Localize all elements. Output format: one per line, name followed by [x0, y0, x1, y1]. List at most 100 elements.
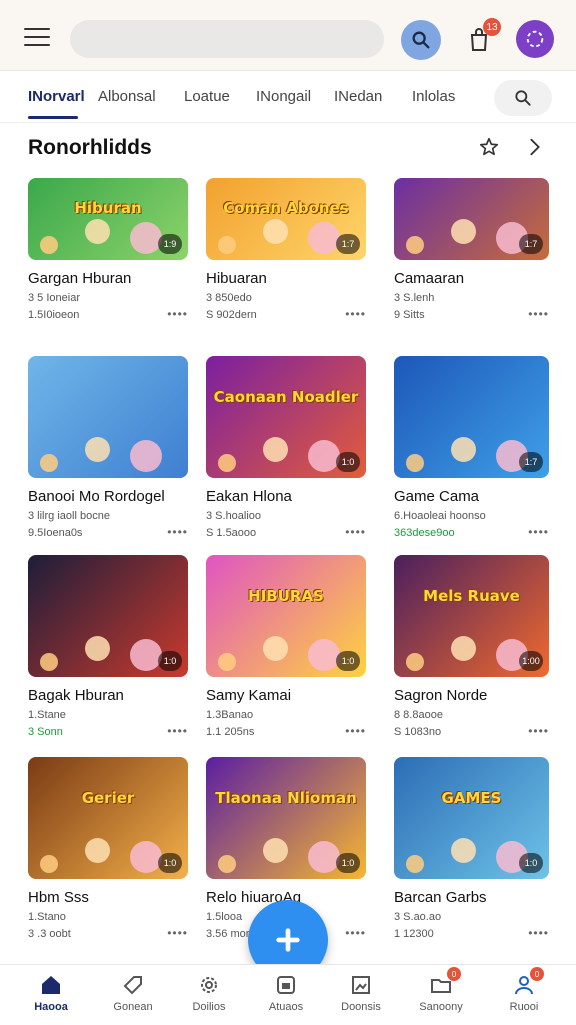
character-figure [218, 454, 236, 472]
shopping-bag-button[interactable]: 13 [459, 18, 501, 60]
nav-item-ruooi[interactable]: 0 Ruooi [489, 967, 559, 1013]
game-card[interactable]: 1:7 Game Cama 6.Hoaoleai hoonso 363dese9oo •… [394, 356, 549, 546]
nav-item-doonsis[interactable]: Doonsis [326, 973, 396, 1013]
card-stats: 363dese9oo [394, 527, 455, 539]
nav-item-atuaos[interactable]: Atuaos [251, 973, 321, 1013]
game-card[interactable]: Gerier 1:0 Hbm Sss 1.Stano 3 .3 oobt •••• [28, 757, 188, 947]
card-title[interactable]: Camaaran [394, 270, 464, 287]
game-card[interactable]: GAMES 1:0 Barcan Garbs 3 S.ao.ao 1 12300 •••• [394, 757, 549, 947]
character-figure [308, 440, 340, 472]
card-title[interactable]: Eakan Hlona [206, 488, 292, 505]
more-options-icon[interactable]: •••• [167, 926, 188, 940]
duration-badge: 1:0 [158, 651, 182, 671]
character-figure [218, 855, 236, 873]
more-options-icon[interactable]: •••• [528, 926, 549, 940]
search-button[interactable] [401, 20, 441, 60]
character-figure [85, 636, 110, 661]
more-options-icon[interactable]: •••• [167, 724, 188, 738]
game-card[interactable]: HIBURAS 1:0 Samy Kamai 1.3Banao 1.1 205ns •••… [206, 555, 366, 745]
game-card[interactable]: Coman Abones 1:7 Hibuaran 3 850edo S 902dern… [206, 178, 366, 368]
card-title[interactable]: Gargan Hburan [28, 270, 131, 287]
thumbnail-title-art: Caonaan Noadler [213, 387, 359, 406]
more-options-icon[interactable]: •••• [345, 525, 366, 539]
card-stats: 9 Sitts [394, 309, 425, 321]
character-figure [451, 219, 476, 244]
card-title[interactable]: Sagron Norde [394, 687, 487, 704]
section-title: Ronorhlidds [28, 136, 152, 159]
game-thumbnail[interactable]: Coman Abones 1:7 [206, 178, 366, 260]
character-figure [40, 855, 58, 873]
more-options-icon[interactable]: •••• [167, 307, 188, 321]
game-card[interactable]: Banooi Mo Rordogel 3 lilrg iaoll bocne 9.5… [28, 356, 188, 546]
duration-badge: 1:0 [336, 452, 360, 472]
game-card[interactable]: 1:7 Camaaran 3 S.lenh 9 Sitts •••• [394, 178, 549, 368]
nav-item-gonean[interactable]: Gonean [98, 973, 168, 1013]
star-icon[interactable] [478, 136, 502, 160]
nav-label: Gonean [113, 1001, 153, 1013]
nav-item-sanoony[interactable]: 0 Sanoony [406, 967, 476, 1013]
tab-1[interactable]: INorvarl [28, 88, 85, 105]
card-title[interactable]: Samy Kamai [206, 687, 291, 704]
nav-label: Doilios [192, 1001, 226, 1013]
more-options-icon[interactable]: •••• [345, 926, 366, 940]
gear-icon [197, 973, 221, 997]
game-thumbnail[interactable]: GAMES 1:0 [394, 757, 549, 879]
card-subtitle: 3 S.ao.ao [394, 911, 442, 923]
duration-badge: 1:0 [336, 651, 360, 671]
game-card[interactable]: Mels Ruave 1:00 Sagron Norde 8 8.8aooe S 108… [394, 555, 549, 745]
tab-6[interactable]: Inlolas [412, 88, 455, 105]
more-options-icon[interactable]: •••• [528, 307, 549, 321]
character-figure [308, 222, 340, 254]
card-title[interactable]: Bagak Hburan [28, 687, 124, 704]
more-options-icon[interactable]: •••• [167, 525, 188, 539]
game-thumbnail[interactable]: Mels Ruave 1:00 [394, 555, 549, 677]
tab-3[interactable]: Loatue [184, 88, 230, 105]
game-thumbnail[interactable]: 1:7 [394, 356, 549, 478]
more-options-icon[interactable]: •••• [528, 525, 549, 539]
home-icon [39, 973, 63, 997]
tab-5[interactable]: INedan [334, 88, 382, 105]
card-title[interactable]: Hbm Sss [28, 889, 89, 906]
character-figure [40, 236, 58, 254]
more-options-icon[interactable]: •••• [345, 307, 366, 321]
tab-search-button[interactable] [494, 80, 552, 116]
tab-2[interactable]: Albonsal [98, 88, 156, 105]
card-subtitle: 3 850edo [206, 292, 252, 304]
card-title[interactable]: Hibuaran [206, 270, 267, 287]
game-thumbnail[interactable]: 1:7 [394, 178, 549, 260]
game-thumbnail[interactable]: Hiburan 1:9 [28, 178, 188, 260]
game-thumbnail[interactable]: 1:0 [28, 555, 188, 677]
card-stats: 1 12300 [394, 928, 434, 940]
game-card[interactable]: 1:0 Bagak Hburan 1.Stane 3 Sonn •••• [28, 555, 188, 745]
game-thumbnail[interactable]: Caonaan Noadler 1:0 [206, 356, 366, 478]
tab-4[interactable]: INongail [256, 88, 311, 105]
game-thumbnail[interactable] [28, 356, 188, 478]
game-card[interactable]: Caonaan Noadler 1:0 Eakan Hlona 3 S.hoalioo… [206, 356, 366, 546]
notification-badge: 13 [483, 18, 501, 36]
game-thumbnail[interactable]: HIBURAS 1:0 [206, 555, 366, 677]
card-subtitle: 3 5 Ioneiar [28, 292, 80, 304]
nav-item-doilios[interactable]: Doilios [174, 973, 244, 1013]
card-subtitle: 1.Stane [28, 709, 66, 721]
game-thumbnail[interactable]: Gerier 1:0 [28, 757, 188, 879]
nav-item-haooa[interactable]: Haooa [16, 973, 86, 1013]
more-options-icon[interactable]: •••• [345, 724, 366, 738]
game-thumbnail[interactable]: Tlaonaa Nlioman 1:0 [206, 757, 366, 879]
chevron-right-icon[interactable] [524, 136, 548, 160]
menu-icon[interactable] [24, 28, 50, 48]
character-figure [218, 236, 236, 254]
card-title[interactable]: Barcan Garbs [394, 889, 487, 906]
profile-button[interactable] [516, 20, 554, 58]
character-figure [451, 838, 476, 863]
game-card[interactable]: Hiburan 1:9 Gargan Hburan 3 5 Ioneiar 1.5I0i… [28, 178, 188, 368]
more-options-icon[interactable]: •••• [528, 724, 549, 738]
search-input[interactable] [70, 20, 384, 58]
active-tab-indicator [28, 116, 78, 119]
card-subtitle: 6.Hoaoleai hoonso [394, 510, 486, 522]
character-figure [451, 636, 476, 661]
folder-icon: 0 [429, 967, 461, 997]
card-title[interactable]: Game Cama [394, 488, 479, 505]
card-title[interactable]: Banooi Mo Rordogel [28, 488, 165, 505]
thumbnail-title-art: Mels Ruave [423, 586, 520, 605]
duration-badge: 1:7 [336, 234, 360, 254]
